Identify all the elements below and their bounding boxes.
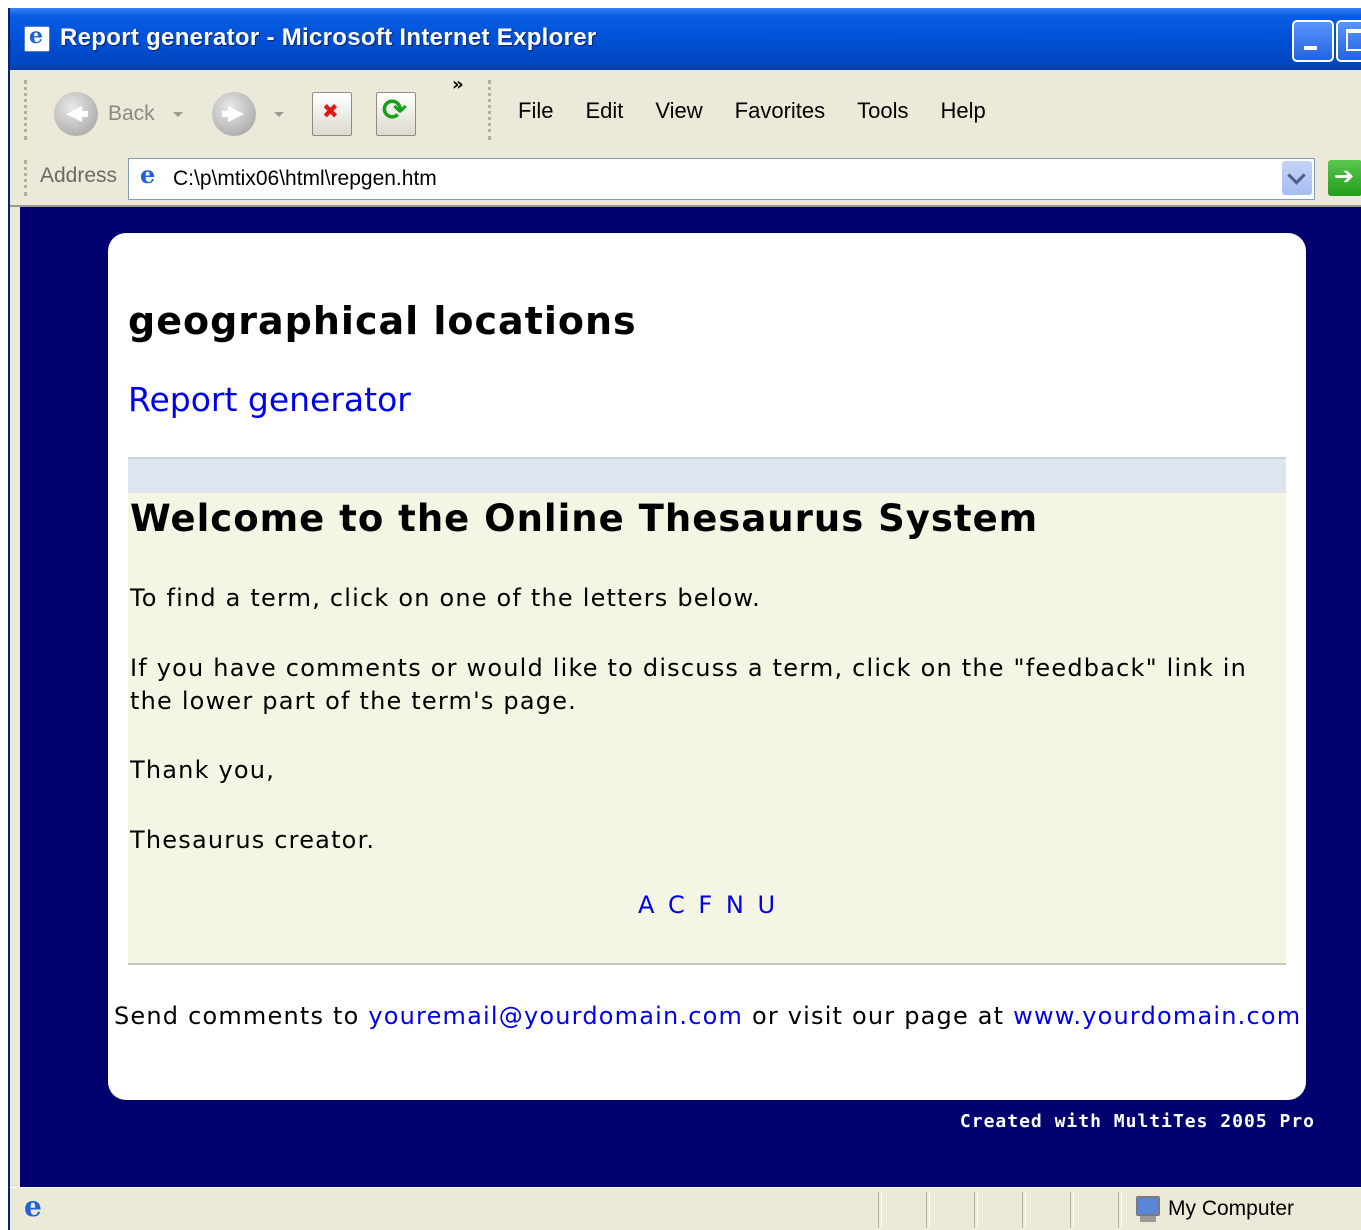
comments-text: If you have comments or would like to di… — [130, 654, 1248, 715]
menu-file[interactable]: File — [518, 98, 553, 124]
welcome-title: Welcome to the Online Thesaurus System — [130, 497, 1039, 540]
letter-link-a[interactable]: A — [638, 891, 655, 919]
go-button[interactable] — [1328, 160, 1361, 196]
footer-contact: Send comments to youremail@yourdomain.co… — [114, 1002, 1301, 1030]
menu-edit[interactable]: Edit — [585, 98, 623, 124]
footer-middle: or visit our page at — [743, 1002, 1014, 1030]
back-arrow-icon — [54, 92, 98, 136]
created-with-credit: Created with MultiTes 2005 Pro — [959, 1111, 1315, 1132]
menu-tools[interactable]: Tools — [857, 98, 908, 124]
status-divider — [1070, 1192, 1074, 1228]
forward-arrow-icon — [212, 92, 256, 136]
panel-divider — [128, 963, 1286, 965]
zone-label: My Computer — [1168, 1197, 1295, 1220]
status-bar: My Computer — [10, 1187, 1361, 1230]
menu-view[interactable]: View — [655, 98, 702, 124]
menu-bar: File Edit View Favorites Tools Help — [518, 98, 1018, 124]
browser-window: Report generator - Microsoft Internet Ex… — [8, 8, 1361, 1230]
forward-button[interactable] — [212, 89, 284, 139]
ie-status-icon — [20, 1190, 50, 1226]
welcome-panel: Welcome to the Online Thesaurus System T… — [128, 457, 1286, 965]
email-link[interactable]: youremail@yourdomain.com — [368, 1002, 743, 1030]
page-heading: geographical locations — [128, 299, 637, 343]
back-dropdown-icon[interactable] — [172, 111, 183, 117]
page-viewport: geographical locations Report generator … — [20, 207, 1361, 1187]
website-link[interactable]: www.yourdomain.com — [1013, 1002, 1301, 1030]
address-label: Address — [40, 164, 118, 187]
menu-help[interactable]: Help — [941, 98, 986, 124]
status-divider — [1022, 1192, 1026, 1228]
toolbar-grip[interactable] — [24, 80, 30, 140]
content-card: geographical locations Report generator … — [108, 233, 1306, 1100]
address-dropdown-button[interactable] — [1282, 161, 1312, 195]
address-grip[interactable] — [24, 160, 30, 196]
footer-prefix: Send comments to — [114, 1002, 369, 1030]
letter-link-u[interactable]: U — [757, 891, 776, 919]
address-url[interactable]: C:\p\mtix06\html\repgen.htm — [173, 167, 437, 191]
status-divider — [878, 1192, 882, 1228]
refresh-button[interactable] — [376, 92, 416, 136]
toolbar-overflow-chevron[interactable]: » — [452, 74, 464, 95]
window-title: Report generator - Microsoft Internet Ex… — [60, 24, 597, 51]
thank-you-text: Thank you, — [130, 756, 276, 784]
menu-favorites[interactable]: Favorites — [735, 98, 825, 124]
back-button[interactable]: Back — [54, 89, 183, 139]
address-bar: Address C:\p\mtix06\html\repgen.htm — [10, 150, 1361, 207]
instruction-text: To find a term, click on one of the lett… — [130, 584, 761, 612]
menubar-grip[interactable] — [488, 80, 494, 140]
letter-index: A C F N U — [128, 891, 1286, 919]
stop-button[interactable] — [312, 92, 352, 136]
letter-link-f[interactable]: F — [698, 891, 713, 919]
panel-header-strip — [128, 457, 1286, 493]
forward-dropdown-icon[interactable] — [274, 111, 284, 117]
ie-page-icon — [24, 23, 50, 52]
status-divider — [926, 1192, 930, 1228]
address-input[interactable]: C:\p\mtix06\html\repgen.htm — [128, 158, 1315, 200]
back-label: Back — [108, 102, 155, 125]
status-divider — [1118, 1192, 1122, 1228]
standard-toolbar: Back » File Edit View Favorites Tools He… — [10, 70, 1361, 151]
status-divider — [974, 1192, 978, 1228]
letter-link-c[interactable]: C — [668, 891, 686, 919]
report-generator-link[interactable]: Report generator — [128, 380, 411, 419]
maximize-button[interactable] — [1336, 20, 1361, 62]
letter-link-n[interactable]: N — [726, 891, 745, 919]
title-bar[interactable]: Report generator - Microsoft Internet Ex… — [10, 8, 1361, 70]
my-computer-icon — [1134, 1194, 1160, 1224]
signature-text: Thesaurus creator. — [130, 826, 376, 854]
minimize-button[interactable] — [1292, 20, 1334, 62]
page-icon — [135, 160, 161, 191]
